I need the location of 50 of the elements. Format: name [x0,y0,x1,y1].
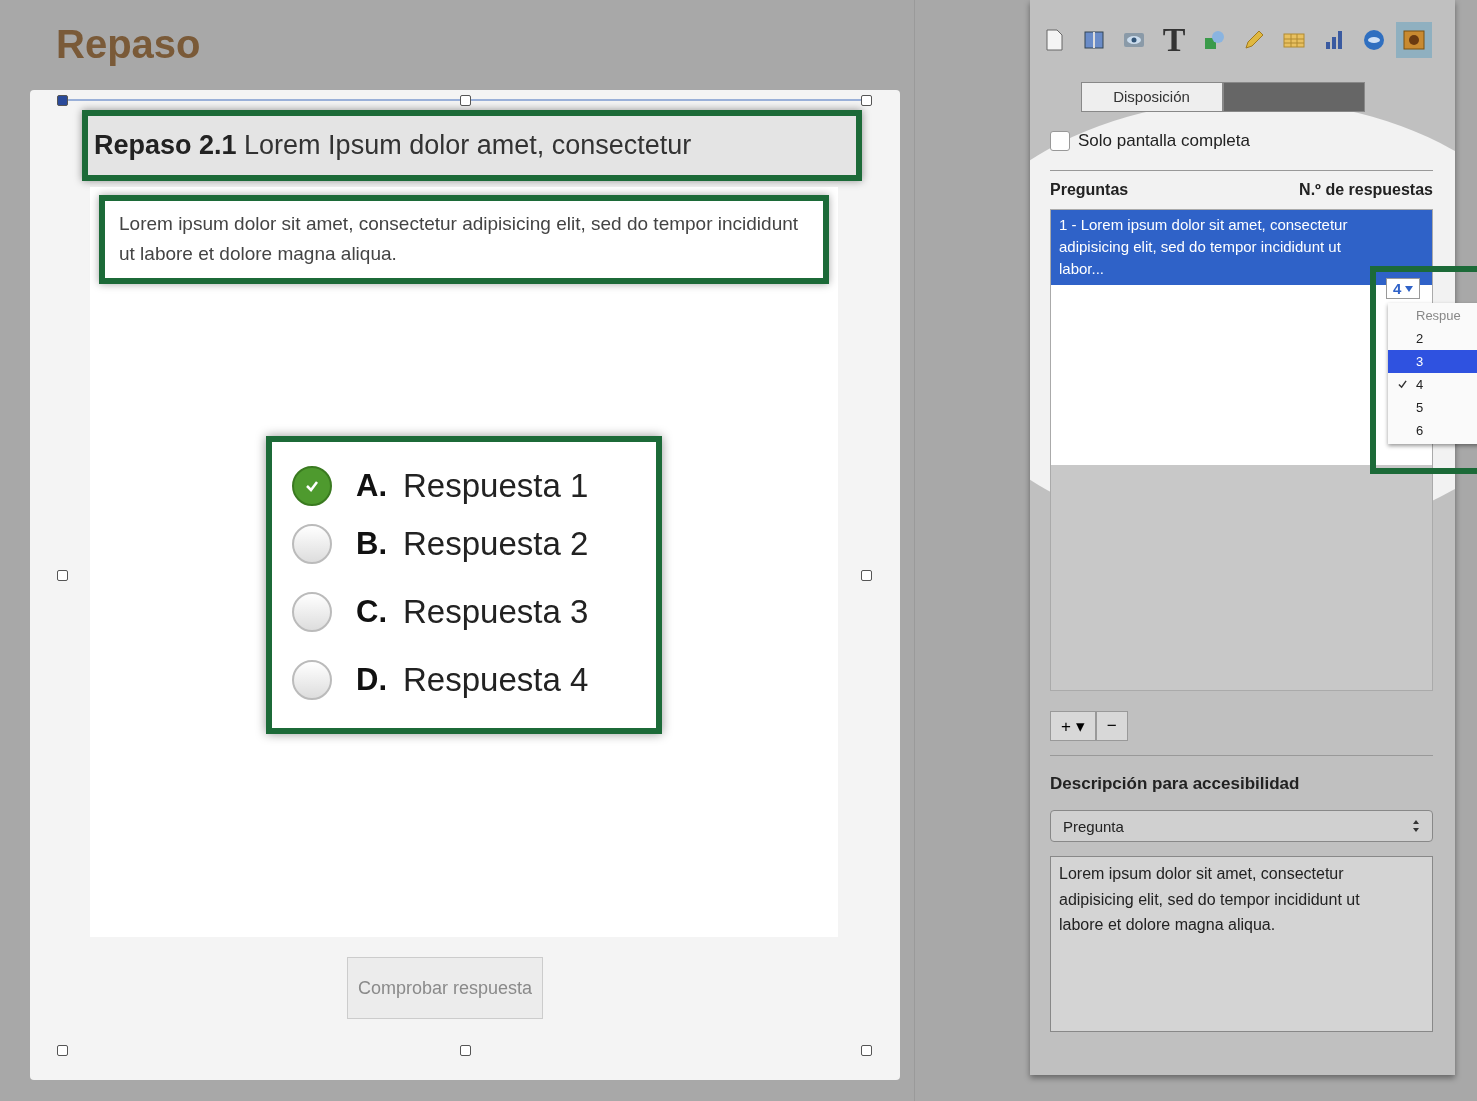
answer-label[interactable]: Respuesta 1 [403,466,589,505]
answer-letter: B. [356,525,387,562]
inspector-tab[interactable]: Disposición [1080,82,1223,112]
menu-item[interactable]: 6 [1388,419,1477,442]
radio-button[interactable] [292,591,332,632]
checkmark-icon [1397,380,1407,389]
resize-handle[interactable] [460,1045,471,1056]
section-label: Descripción para accesibilidad [1050,774,1301,794]
book-icon [1082,28,1106,52]
resize-handle[interactable] [57,95,68,106]
resize-handle[interactable] [861,95,872,106]
radio-button[interactable] [292,523,332,564]
menu-item[interactable]: 3 [1388,350,1477,373]
menu-header: Respue [1415,307,1462,325]
remove-button[interactable]: − [1095,711,1128,741]
pencil-icon [1242,28,1266,52]
resize-handle[interactable] [57,570,68,581]
answer-letter: A. [356,467,387,504]
question-text: Lorem ipsum dolor sit amet, consectetur adipisicing elit, sed do tempor incididunt ut labore et dolore magna aliqua. [119,213,799,265]
stepper-icon [1412,819,1420,833]
resize-handle[interactable] [57,1045,68,1056]
resize-handle[interactable] [861,1045,872,1056]
answer-label[interactable]: Respuesta 2 [403,524,589,563]
answer-letter: C. [356,593,387,630]
menu-item[interactable]: 2 [1388,327,1477,350]
globe-icon [1362,28,1386,52]
description-type-dropdown[interactable]: Pregunta [1050,810,1433,842]
resize-handle[interactable] [861,570,872,581]
column-header: N.º de respuestas [1299,181,1433,200]
description-field[interactable]: Lorem ipsum dolor sit amet, consectetur adipisicing elit, sed do tempor incididunt ut labore et dolore magna aliqua. [1050,856,1433,1032]
question-summary: 1 - Lorem ipsum dolor sit amet, consectetur adipisicing elit, sed do tempor incididunt ut labor... [1059,216,1348,277]
menu-item[interactable]: 4 [1388,373,1477,396]
answer-label[interactable]: Respuesta 3 [403,592,589,631]
add-button[interactable]: + ▾ [1050,711,1096,741]
checkbox[interactable] [1050,131,1070,151]
radio-button[interactable] [292,659,332,700]
menu-item[interactable]: 5 [1388,396,1477,419]
text-inspector-button[interactable]: T [1156,22,1192,58]
answer-count-dropdown[interactable]: 4 [1386,278,1421,299]
shapes-icon [1202,28,1226,52]
widget-icon [1402,28,1426,52]
column-header: Preguntas [1050,181,1129,200]
answer-letter: D. [356,661,387,698]
answer-label[interactable]: Respuesta 4 [403,660,589,699]
radio-button[interactable] [292,465,332,506]
inspector-button[interactable] [1396,22,1432,58]
resize-handle[interactable] [460,95,471,106]
question-heading: Repaso 2.1 Lorem Ipsum dolor amet, consectetur [94,130,692,160]
checkbox-label[interactable]: Solo pantalla completa [1078,131,1250,151]
page-title: Repaso [55,21,202,68]
